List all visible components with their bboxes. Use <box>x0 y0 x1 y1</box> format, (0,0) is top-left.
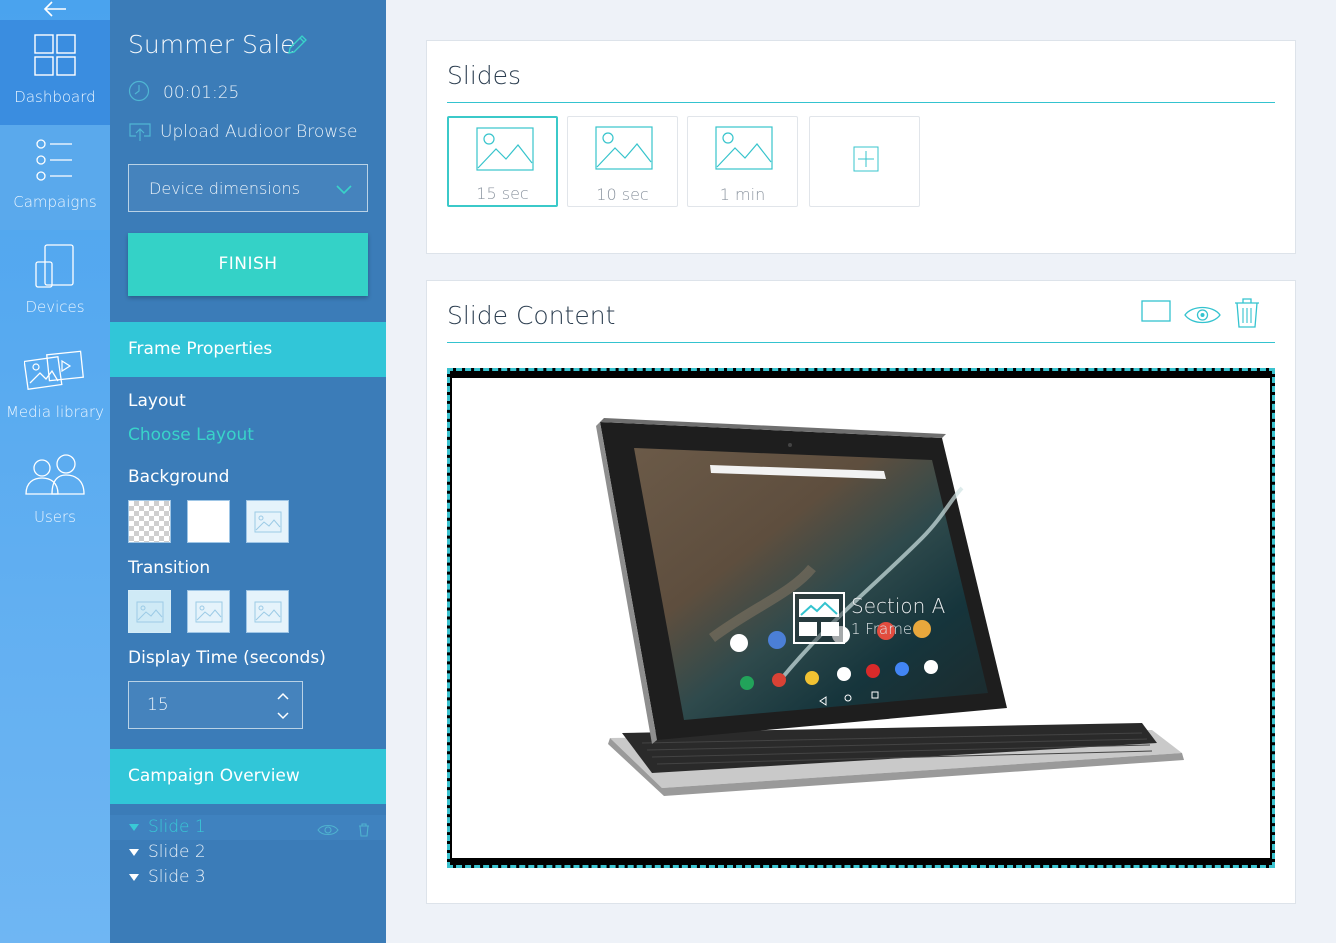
image-icon <box>715 126 773 170</box>
slide-canvas: Section A 1 Frame <box>452 378 1270 858</box>
divider <box>447 342 1275 343</box>
tree-slide-label: Slide 1 <box>148 817 206 837</box>
transition-option-3[interactable] <box>246 590 289 633</box>
nav-item-devices[interactable]: Devices <box>0 230 110 335</box>
device-dimensions-select[interactable]: Device dimensions <box>128 164 368 212</box>
duration-value: 00:01:25 <box>163 83 240 103</box>
stepper-arrows-icon[interactable] <box>276 690 290 722</box>
transition-label: Transition <box>128 558 211 578</box>
background-white-option[interactable] <box>187 500 230 543</box>
browse-link[interactable]: or Browse <box>273 122 357 142</box>
tree-slide-1[interactable]: Slide 1 <box>110 815 386 840</box>
devices-icon <box>35 244 74 288</box>
users-icon <box>25 454 85 495</box>
grid-icon <box>34 34 76 76</box>
section-name: Section A <box>851 594 946 618</box>
back-arrow-icon[interactable] <box>42 0 68 20</box>
slide-content-card: Slide Content Section A 1 Frame <box>426 280 1296 904</box>
transition-option-1[interactable] <box>128 590 171 633</box>
duration-row: 00:01:25 <box>128 80 368 104</box>
image-icon <box>195 601 222 622</box>
main-nav: Dashboard Campaigns Devices Media librar… <box>0 0 110 943</box>
nav-label-dashboard: Dashboard <box>14 88 96 106</box>
upload-icon <box>129 123 151 141</box>
background-transparent-option[interactable] <box>128 500 171 543</box>
slide-thumb-duration: 15 sec <box>476 184 529 203</box>
caret-down-icon[interactable] <box>129 849 139 856</box>
slides-title: Slides <box>447 61 522 90</box>
transition-option-2[interactable] <box>187 590 230 633</box>
edit-pencil-icon[interactable] <box>286 32 310 60</box>
finish-button[interactable]: FINISH <box>128 233 368 296</box>
slides-card: Slides 15 sec 10 sec 1 min <box>426 40 1296 254</box>
image-icon <box>254 511 281 532</box>
image-icon <box>136 601 163 622</box>
frame-properties-header[interactable]: Frame Properties <box>110 322 386 377</box>
display-time-value: 15 <box>147 695 169 715</box>
frame-mode-icon[interactable] <box>1141 299 1171 327</box>
section-layout-icon <box>793 592 845 644</box>
background-label: Background <box>128 467 230 487</box>
image-icon <box>595 126 653 170</box>
slide-thumb-3[interactable]: 1 min <box>687 116 798 207</box>
delete-trash-icon[interactable] <box>1234 298 1260 332</box>
trash-icon[interactable] <box>358 823 370 837</box>
slide-thumb-duration: 1 min <box>719 185 766 204</box>
images-icon <box>24 350 84 390</box>
eye-icon[interactable] <box>316 823 339 837</box>
add-slide-button[interactable] <box>809 116 920 207</box>
slide-tree: Slide 1 Slide 2 Slide 3 <box>110 815 386 890</box>
preview-eye-icon[interactable] <box>1184 303 1221 331</box>
upload-audio-link[interactable]: Upload Audio <box>160 122 273 142</box>
campaign-overview-header[interactable]: Campaign Overview <box>110 749 386 804</box>
section-frame-count: 1 Frame <box>851 620 913 638</box>
image-icon <box>476 127 534 171</box>
caret-down-icon[interactable] <box>129 824 139 831</box>
nav-item-dashboard[interactable]: Dashboard <box>0 20 110 125</box>
divider <box>447 102 1275 103</box>
tree-slide-3[interactable]: Slide 3 <box>110 865 386 890</box>
nav-label-users: Users <box>33 508 76 526</box>
tree-slide-label: Slide 3 <box>148 867 206 887</box>
upload-audio-row: Upload Audioor Browse <box>128 120 368 144</box>
nav-label-campaigns: Campaigns <box>13 193 97 211</box>
plus-icon <box>853 146 879 172</box>
nav-label-devices: Devices <box>25 298 85 316</box>
slide-thumb-1[interactable]: 15 sec <box>447 116 558 207</box>
nav-item-campaigns[interactable]: Campaigns <box>0 125 110 230</box>
campaign-title: Summer Sale <box>128 30 296 59</box>
background-image-option[interactable] <box>246 500 289 543</box>
clock-icon <box>128 80 150 102</box>
display-time-label: Display Time (seconds) <box>128 648 326 668</box>
slide-content-title: Slide Content <box>447 301 616 330</box>
choose-layout-link[interactable]: Choose Layout <box>128 425 254 445</box>
slide-thumb-duration: 10 sec <box>596 185 649 204</box>
layout-label: Layout <box>128 391 186 411</box>
tree-slide-label: Slide 2 <box>148 842 206 862</box>
nav-label-media-library: Media library <box>5 403 105 421</box>
image-icon <box>254 601 281 622</box>
slide-thumb-2[interactable]: 10 sec <box>567 116 678 207</box>
settings-panel: Summer Sale 00:01:25 Upload Audioor Brow… <box>110 0 386 943</box>
tree-slide-2[interactable]: Slide 2 <box>110 840 386 865</box>
device-dimensions-value: Device dimensions <box>149 179 301 198</box>
nav-item-media-library[interactable]: Media library <box>0 335 110 440</box>
nav-item-users[interactable]: Users <box>0 440 110 545</box>
slide-canvas-frame[interactable]: Section A 1 Frame <box>447 368 1275 868</box>
caret-down-icon[interactable] <box>129 874 139 881</box>
display-time-stepper[interactable]: 15 <box>128 681 303 729</box>
list-icon <box>36 139 72 181</box>
chevron-down-icon <box>336 185 352 195</box>
